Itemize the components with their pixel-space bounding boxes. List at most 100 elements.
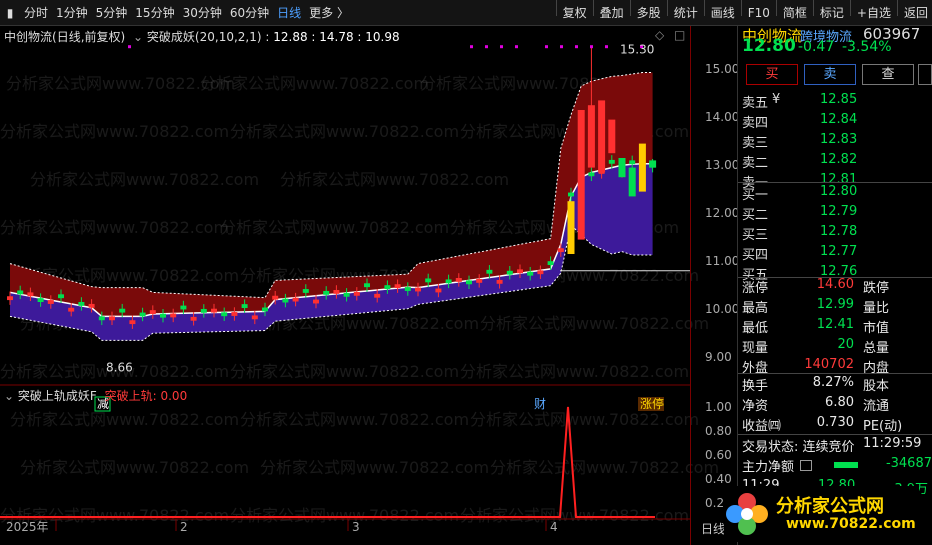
price-tick: 13.00	[705, 158, 740, 172]
period-tab-7[interactable]: 更多 〉	[305, 0, 353, 26]
indicator-name[interactable]: 突破成妖(20,10,2,1) :	[147, 30, 269, 44]
candle-body	[109, 316, 115, 321]
buy-level-price[interactable]: 12.78	[820, 224, 857, 239]
sub-toggle-icon[interactable]: ⌄	[4, 389, 14, 403]
sub-tick: 0.60	[705, 448, 732, 462]
period-tab-3[interactable]: 15分钟	[131, 0, 178, 26]
toolbar-action-2[interactable]: 多股	[633, 0, 665, 26]
sub-tick: 1.00	[705, 400, 732, 414]
stat-value: 20	[837, 337, 854, 352]
sell-button[interactable]: 卖	[804, 64, 856, 85]
sell-level-price[interactable]: 12.82	[820, 152, 857, 167]
chart-close-icon[interactable]: □	[674, 28, 685, 42]
toolbar-action-3[interactable]: 统计	[670, 0, 702, 26]
kline-chart[interactable]: 15.308.66减财涨停2025年 2 3 4	[0, 26, 690, 545]
candle-body	[58, 294, 64, 299]
candle-body	[445, 279, 452, 284]
buy-button[interactable]: 买	[746, 64, 798, 85]
stat-label: 涨停	[742, 281, 769, 296]
panel-toggle-icon[interactable]: ▮	[0, 0, 20, 26]
stat-label: 收益㈣	[742, 419, 782, 434]
stat-label: 最低	[742, 321, 769, 336]
buy-level-label: 买四	[742, 248, 769, 263]
candle-body	[211, 308, 217, 313]
stat-value: 14.60	[816, 277, 854, 292]
candle-body	[425, 278, 432, 283]
toolbar-action-6[interactable]: 简框	[779, 0, 811, 26]
signal-dot	[470, 45, 473, 49]
buy-level-price[interactable]: 12.80	[820, 184, 857, 199]
toolbar-action-9[interactable]: 返回	[900, 0, 932, 26]
candle-body	[364, 283, 370, 288]
stat-value: 8.27%	[812, 375, 854, 390]
candle-body	[47, 300, 54, 304]
signal-dot	[590, 45, 593, 49]
sell-level-label: 卖三	[742, 136, 769, 151]
candle-body	[466, 280, 472, 285]
main-force-bar	[834, 462, 858, 468]
candle-body	[404, 287, 411, 291]
sell-level-price[interactable]: 12.85	[820, 92, 857, 107]
signal-dot	[128, 45, 131, 49]
x-axis-label: 3	[352, 520, 360, 534]
toolbar-divider	[740, 0, 742, 16]
candle-body	[638, 143, 646, 192]
toolbar-action-4[interactable]: 画线	[707, 0, 739, 26]
sub-tick: 0.80	[705, 424, 732, 438]
flower-logo-icon	[726, 493, 768, 535]
more-button[interactable]	[918, 64, 932, 85]
candle-body	[302, 289, 309, 293]
sell-level-price[interactable]: 12.83	[820, 132, 857, 147]
stat-label: 现量	[742, 341, 769, 356]
logo-text: 分析家公式网	[776, 496, 884, 517]
toolbar-divider	[849, 0, 851, 16]
stat-label: 量比	[863, 301, 890, 316]
stats-divider	[738, 434, 932, 435]
candle-body	[598, 100, 606, 173]
candle-body	[149, 310, 156, 314]
currency-symbol: ¥	[772, 92, 781, 107]
period-tab-2[interactable]: 5分钟	[92, 0, 132, 26]
side-price: 12.80	[742, 36, 796, 56]
toolbar-action-7[interactable]: 标记	[816, 0, 848, 26]
limit-up-marker: 涨停	[640, 396, 664, 411]
toolbar-divider	[896, 0, 898, 16]
toolbar-action-8[interactable]: +自选	[853, 0, 895, 26]
chart-stock-name: 中创物流	[4, 30, 53, 44]
candle-body	[608, 159, 615, 164]
stat-label: PE(动)	[863, 419, 903, 434]
chart-settings-icon[interactable]: ◇	[655, 28, 664, 42]
toolbar-action-0[interactable]: 复权	[559, 0, 591, 26]
candle-body	[588, 172, 595, 177]
sub-indicator-name[interactable]: 突破上轨成妖F	[18, 389, 97, 403]
candle-body	[608, 119, 616, 154]
period-tab-1[interactable]: 1分钟	[52, 0, 92, 26]
side-change-pct: -3.54%	[842, 39, 892, 55]
signal-dot	[545, 45, 548, 49]
stat-label: 换手	[742, 379, 769, 394]
toolbar-divider	[703, 0, 705, 16]
chart-area[interactable]: 分析家公式网www.70822.com 分析家公式网www.70822.com 分析…	[0, 26, 719, 545]
x-axis-label: 2	[180, 520, 188, 534]
sell-level-label: 卖二	[742, 156, 769, 171]
indicator-toggle-icon[interactable]: ⌄	[133, 30, 143, 44]
sell-level-price[interactable]: 12.84	[820, 112, 857, 127]
main-force-list-icon[interactable]	[800, 460, 812, 471]
candle-body	[486, 269, 493, 274]
buy-level-price[interactable]: 12.77	[820, 244, 857, 259]
candle-body	[262, 307, 268, 312]
candle-body	[160, 313, 166, 318]
period-tab-4[interactable]: 30分钟	[179, 0, 226, 26]
period-tab-0[interactable]: 分时	[20, 0, 52, 26]
candle-body	[27, 292, 34, 297]
candle-body	[537, 270, 544, 275]
period-tab-5[interactable]: 60分钟	[226, 0, 273, 26]
candle-body	[37, 298, 44, 302]
query-button[interactable]: 查	[862, 64, 914, 85]
candle-body	[180, 305, 187, 310]
period-tab-6[interactable]: 日线	[273, 0, 305, 26]
toolbar-action-5[interactable]: F10	[744, 0, 774, 26]
toolbar-divider	[812, 0, 814, 16]
buy-level-price[interactable]: 12.79	[820, 204, 857, 219]
toolbar-action-1[interactable]: 叠加	[596, 0, 628, 26]
